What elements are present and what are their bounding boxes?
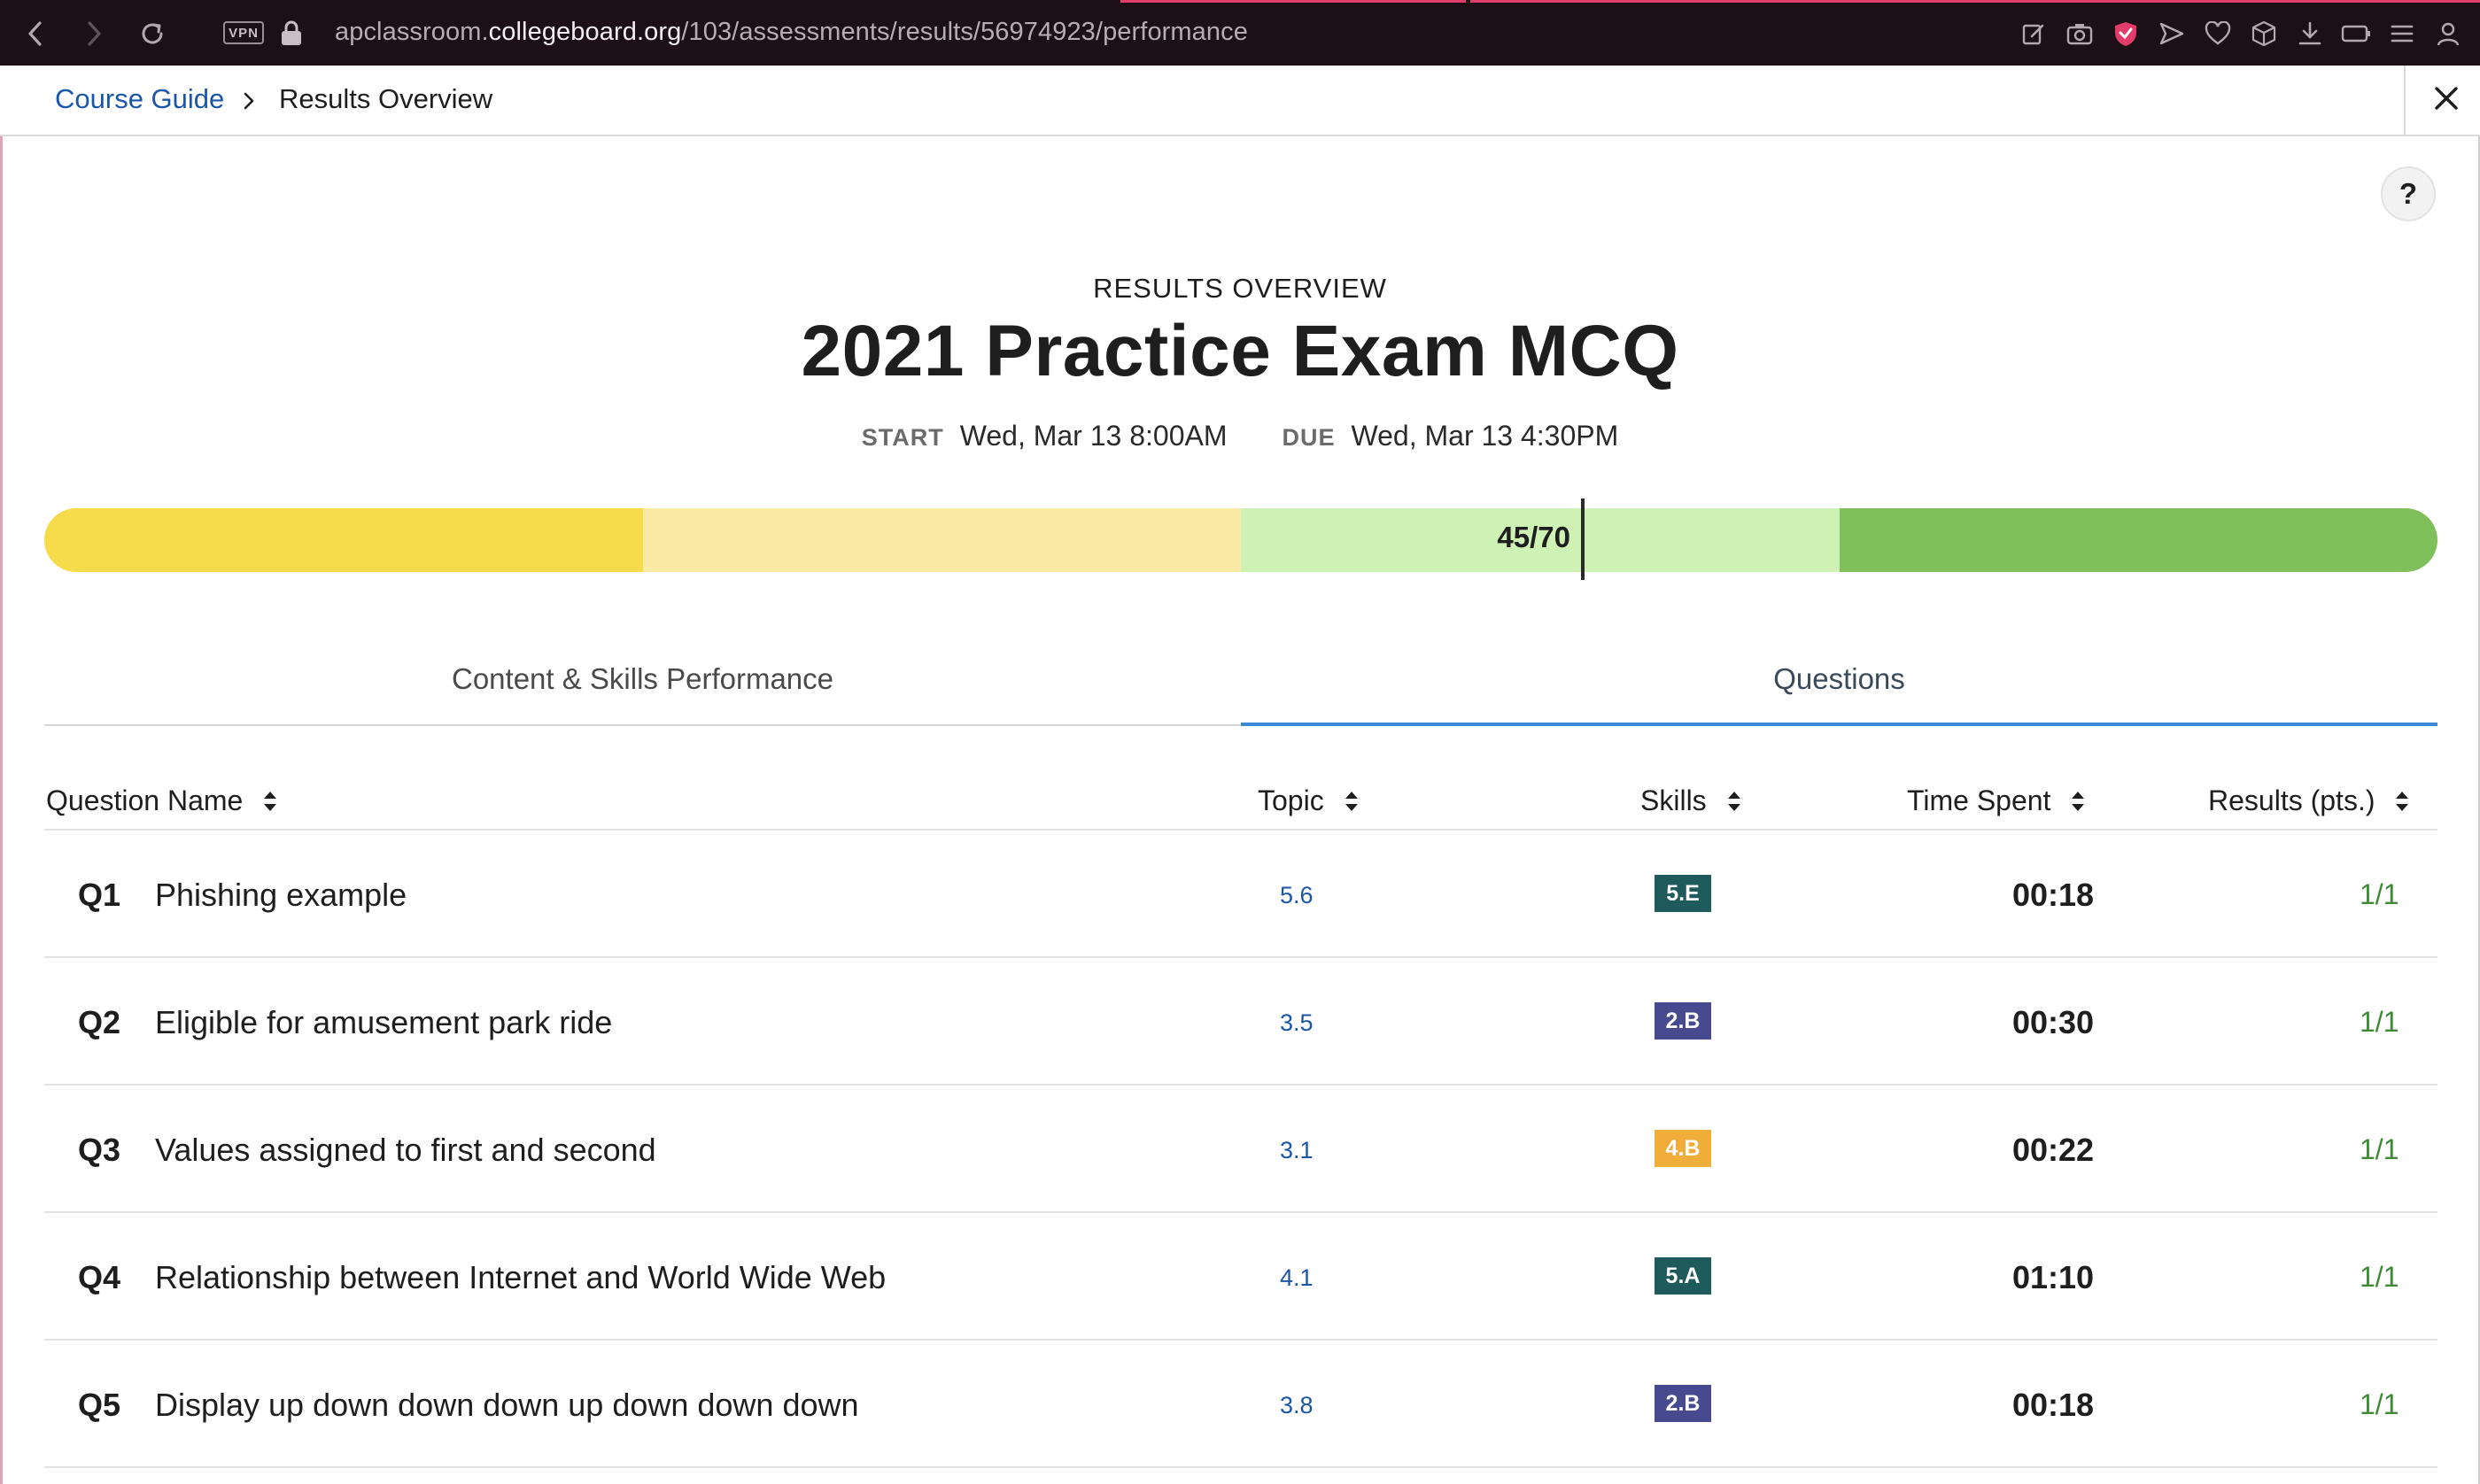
topic-link[interactable]: 3.5 <box>1280 1009 1314 1037</box>
sort-icon[interactable] <box>2070 788 2086 815</box>
column-label: Results (pts.) <box>2208 785 2375 816</box>
profile-icon[interactable] <box>2425 16 2471 51</box>
column-label: Topic <box>1258 785 1324 816</box>
assignment-dates: START Wed, Mar 13 8:00AM DUE Wed, Mar 13… <box>0 420 2480 452</box>
sort-icon[interactable] <box>2394 788 2410 815</box>
skill-badge: 2.B <box>1655 1385 1711 1422</box>
browser-extension-icons <box>2011 16 2471 51</box>
questions-table: Question Name Topic Skills Time Spent Re… <box>44 769 2437 1468</box>
question-number: Q3 <box>78 1132 121 1168</box>
due-label: DUE <box>1282 424 1336 451</box>
score-bar <box>44 508 2437 572</box>
question-number: Q1 <box>78 877 121 913</box>
url-prefix: apclassroom. <box>335 18 489 46</box>
result-points: 1/1 <box>2360 1261 2399 1293</box>
table-row[interactable]: Q4 Relationship between Internet and Wor… <box>44 1213 2437 1341</box>
start-label: START <box>861 424 944 451</box>
skill-badge: 5.E <box>1655 875 1711 912</box>
tab-accent-line <box>1470 0 2480 3</box>
table-row[interactable]: Q1 Phishing example 5.6 5.E 00:18 1/1 <box>44 831 2437 958</box>
topic-link[interactable]: 3.1 <box>1280 1137 1314 1164</box>
column-label: Question Name <box>46 785 244 816</box>
breadcrumb-current: Results Overview <box>279 83 493 114</box>
address-bar[interactable]: apclassroom.collegeboard.org/103/assessm… <box>335 18 1248 47</box>
topic-link[interactable]: 3.8 <box>1280 1392 1314 1419</box>
reload-icon[interactable] <box>136 18 168 50</box>
question-number: Q2 <box>78 1004 121 1040</box>
topic-link[interactable]: 4.1 <box>1280 1264 1314 1292</box>
column-header-time-spent[interactable]: Time Spent <box>1907 785 2086 817</box>
question-name[interactable]: Relationship between Internet and World … <box>155 1259 886 1296</box>
camera-icon[interactable] <box>2057 16 2103 51</box>
skill-badge: 4.B <box>1655 1130 1711 1167</box>
tab-accent-line <box>1120 0 1466 3</box>
topic-link[interactable]: 5.6 <box>1280 882 1314 909</box>
start-value: Wed, Mar 13 8:00AM <box>959 420 1228 452</box>
send-icon[interactable] <box>2149 16 2195 51</box>
url-path: /103/assessments/results/56974923/perfor… <box>681 18 1248 46</box>
close-button[interactable] <box>2424 76 2468 120</box>
due-value: Wed, Mar 13 4:30PM <box>1351 420 1619 452</box>
skill-badge: 5.A <box>1655 1257 1711 1295</box>
forward-icon[interactable] <box>78 18 110 50</box>
score-band-1 <box>44 508 643 572</box>
help-button[interactable]: ? <box>2381 166 2436 221</box>
breadcrumb: Course Guide Results Overview <box>0 66 2480 136</box>
sort-icon[interactable] <box>1726 788 1742 815</box>
question-number: Q5 <box>78 1387 121 1423</box>
table-row[interactable]: Q3 Values assigned to first and second 3… <box>44 1086 2437 1213</box>
column-label: Time Spent <box>1907 785 2051 816</box>
lock-icon[interactable] <box>279 19 304 46</box>
time-spent: 01:10 <box>2012 1259 2095 1295</box>
divider <box>2404 66 2406 135</box>
column-header-skills[interactable]: Skills <box>1640 785 1742 817</box>
sort-icon[interactable] <box>262 788 278 815</box>
download-icon[interactable] <box>2287 16 2333 51</box>
question-name[interactable]: Eligible for amusement park ride <box>155 1004 612 1041</box>
chevron-right-icon <box>239 89 259 113</box>
result-points: 1/1 <box>2360 1133 2399 1165</box>
vpn-badge[interactable]: VPN <box>223 21 264 44</box>
page-eyebrow: RESULTS OVERVIEW <box>1093 273 1387 304</box>
question-name[interactable]: Display up down down down up down down d… <box>155 1387 859 1424</box>
question-number: Q4 <box>78 1259 121 1295</box>
question-name[interactable]: Phishing example <box>155 877 407 914</box>
shield-icon[interactable] <box>2103 16 2149 51</box>
question-name[interactable]: Values assigned to first and second <box>155 1132 656 1169</box>
table-row[interactable]: Q5 Display up down down down up down dow… <box>44 1341 2437 1468</box>
time-spent: 00:18 <box>2012 1387 2095 1423</box>
edit-icon[interactable] <box>2011 16 2057 51</box>
tab-content-skills[interactable]: Content & Skills Performance <box>44 634 1241 724</box>
table-row[interactable]: Q2 Eligible for amusement park ride 3.5 … <box>44 958 2437 1086</box>
heart-icon[interactable] <box>2195 16 2241 51</box>
page-title: 2021 Practice Exam MCQ <box>801 311 1679 391</box>
browser-toolbar: VPN apclassroom.collegeboard.org/103/ass… <box>0 0 2480 66</box>
skill-badge: 2.B <box>1655 1002 1711 1040</box>
result-points: 1/1 <box>2360 878 2399 910</box>
battery-icon[interactable] <box>2333 16 2379 51</box>
time-spent: 00:30 <box>2012 1004 2095 1040</box>
table-header: Question Name Topic Skills Time Spent Re… <box>44 769 2437 831</box>
url-domain: collegeboard.org <box>488 18 682 46</box>
column-label: Skills <box>1640 785 1707 816</box>
score-marker <box>1581 499 1585 580</box>
column-header-topic[interactable]: Topic <box>1258 785 1360 817</box>
back-icon[interactable] <box>19 18 51 50</box>
close-icon <box>2435 87 2458 110</box>
time-spent: 00:18 <box>2012 877 2095 913</box>
score-band-4 <box>1839 508 2437 572</box>
tab-questions[interactable]: Questions <box>1241 634 2437 726</box>
score-label: 45/70 <box>1497 521 1570 553</box>
column-header-question-name[interactable]: Question Name <box>46 785 278 817</box>
menu-icon[interactable] <box>2379 16 2425 51</box>
sort-icon[interactable] <box>1344 788 1360 815</box>
results-tabs: Content & Skills Performance Questions <box>44 634 2437 726</box>
time-spent: 00:22 <box>2012 1132 2095 1168</box>
score-band-2 <box>642 508 1241 572</box>
result-points: 1/1 <box>2360 1006 2399 1038</box>
cube-icon[interactable] <box>2241 16 2287 51</box>
breadcrumb-link-course-guide[interactable]: Course Guide <box>55 83 224 115</box>
result-points: 1/1 <box>2360 1388 2399 1420</box>
column-header-results[interactable]: Results (pts.) <box>2208 785 2410 817</box>
